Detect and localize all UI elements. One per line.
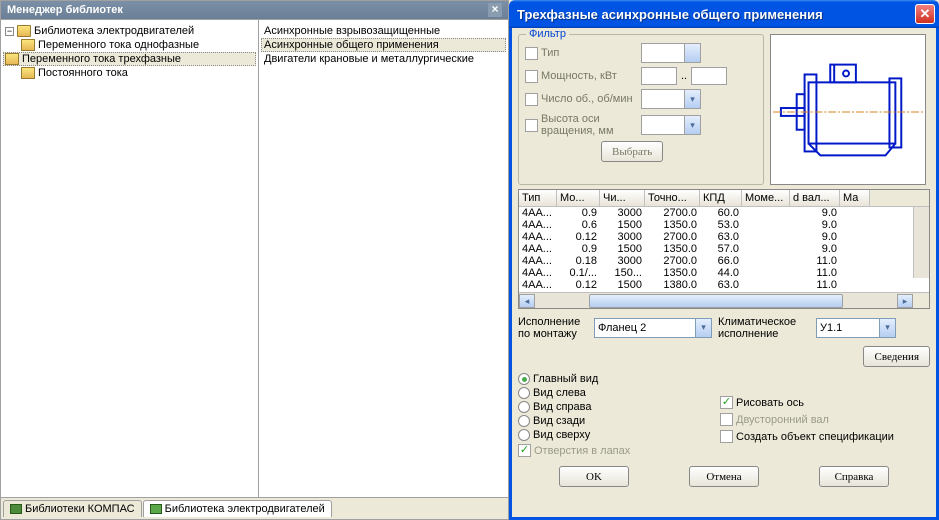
folder-open-icon <box>5 53 19 65</box>
views-radio-group: Главный вид Вид слева Вид справа Вид сза… <box>518 373 708 458</box>
draw-axis-check[interactable]: Рисовать ось <box>720 396 894 409</box>
holes-check: Отверстия в лапах <box>518 444 708 457</box>
view-top-radio[interactable]: Вид сверху <box>518 429 708 441</box>
collapse-icon[interactable]: − <box>5 27 14 36</box>
horizontal-scrollbar[interactable]: ◂ ▸ <box>519 292 929 308</box>
chevron-down-icon <box>684 44 700 62</box>
motor-icon <box>150 504 162 514</box>
tab-motor-lib[interactable]: Библиотека электродвигателей <box>143 500 332 517</box>
col-type[interactable]: Тип <box>519 190 557 206</box>
view-right-radio[interactable]: Вид справа <box>518 401 708 413</box>
table-row[interactable]: 4АА...0.930002700.060.09.0 <box>519 207 929 219</box>
chevron-down-icon: ▾ <box>684 116 700 134</box>
col-mass[interactable]: Ма <box>840 190 870 206</box>
list-item[interactable]: Двигатели крановые и металлургические <box>261 52 506 66</box>
col-moment[interactable]: Моме... <box>742 190 790 206</box>
help-button[interactable]: Справка <box>819 466 889 487</box>
dialog-titlebar: Трехфазные асинхронные общего применения… <box>509 0 939 28</box>
power-min-input[interactable] <box>641 67 677 85</box>
scroll-right-icon[interactable]: ▸ <box>897 294 913 308</box>
table-row[interactable]: 4АА...0.1830002700.066.011.0 <box>519 255 929 267</box>
books-icon <box>10 504 22 514</box>
create-spec-check[interactable]: Создать объект спецификации <box>720 430 894 443</box>
tab-kompas-libs[interactable]: Библиотеки КОМПАС <box>3 500 142 517</box>
filter-power-check[interactable]: Мощность, кВт <box>525 70 637 83</box>
col-kpd[interactable]: КПД <box>700 190 742 206</box>
motor-preview <box>770 34 926 185</box>
view-main-radio[interactable]: Главный вид <box>518 373 708 385</box>
tree-item-selected[interactable]: Переменного тока трехфазные <box>3 52 256 66</box>
mounting-combo[interactable]: Фланец 2 ▾ <box>594 318 712 338</box>
ok-button[interactable]: OK <box>559 466 629 487</box>
col-exact[interactable]: Точно... <box>645 190 700 206</box>
scrollbar-thumb[interactable] <box>589 294 842 308</box>
filter-legend: Фильтр <box>526 28 569 40</box>
mounting-label: Исполнение по монтажу <box>518 316 588 340</box>
two-sided-check: Двусторонний вал <box>720 413 894 426</box>
grid-body[interactable]: 4АА...0.930002700.060.09.04АА...0.615001… <box>519 207 929 292</box>
library-tree: − Библиотека электродвигателей Переменно… <box>1 20 259 497</box>
library-manager-window: Менеджер библиотек × − Библиотека электр… <box>0 0 509 520</box>
table-row[interactable]: 4АА...0.1230002700.063.09.0 <box>519 231 929 243</box>
close-icon[interactable]: ✕ <box>915 4 935 24</box>
book-icon <box>17 25 31 37</box>
scroll-left-icon[interactable]: ◂ <box>519 294 535 308</box>
library-manager-titlebar: Менеджер библиотек × <box>1 1 508 19</box>
motor-dialog-window: Трехфазные асинхронные общего применения… <box>509 0 939 520</box>
filter-height-check[interactable]: Высота оси вращения, мм <box>525 113 637 137</box>
motor-grid: Тип Мо... Чи... Точно... КПД Моме... d в… <box>518 189 930 309</box>
tree-item[interactable]: Постоянного тока <box>3 66 256 80</box>
filter-groupbox: Фильтр Тип Мощность, кВт .. Число об., о… <box>518 34 764 185</box>
library-list: Асинхронные взрывозащищенные Асинхронные… <box>259 20 508 497</box>
library-tabs: Библиотеки КОМПАС Библиотека электродвиг… <box>1 497 508 519</box>
folder-icon <box>21 67 35 79</box>
col-power[interactable]: Мо... <box>557 190 600 206</box>
col-rpm[interactable]: Чи... <box>600 190 645 206</box>
filter-type-combo[interactable] <box>641 43 701 63</box>
table-row[interactable]: 4АА...0.1215001380.063.011.0 <box>519 279 929 291</box>
table-row[interactable]: 4АА...0.1/...150...1350.044.011.0 <box>519 267 929 279</box>
view-left-radio[interactable]: Вид слева <box>518 387 708 399</box>
library-manager-title: Менеджер библиотек <box>7 4 123 16</box>
power-max-input[interactable] <box>691 67 727 85</box>
chevron-down-icon: ▾ <box>695 319 711 337</box>
tree-item[interactable]: Переменного тока однофазные <box>3 38 256 52</box>
chevron-down-icon: ▾ <box>684 90 700 108</box>
view-back-radio[interactable]: Вид сзади <box>518 415 708 427</box>
list-item-selected[interactable]: Асинхронные общего применения <box>261 38 506 52</box>
height-combo[interactable]: ▾ <box>641 115 701 135</box>
table-row[interactable]: 4АА...0.915001350.057.09.0 <box>519 243 929 255</box>
dialog-title: Трехфазные асинхронные общего применения <box>517 7 915 22</box>
grid-header: Тип Мо... Чи... Точно... КПД Моме... d в… <box>519 190 929 207</box>
chevron-down-icon: ▾ <box>879 319 895 337</box>
tree-root[interactable]: − Библиотека электродвигателей <box>3 24 256 38</box>
vertical-scrollbar[interactable] <box>913 207 929 278</box>
info-button[interactable]: Сведения <box>863 346 930 367</box>
list-item[interactable]: Асинхронные взрывозащищенные <box>261 24 506 38</box>
table-row[interactable]: 4АА...0.615001350.053.09.0 <box>519 219 929 231</box>
folder-icon <box>21 39 35 51</box>
select-button[interactable]: Выбрать <box>601 141 663 162</box>
cancel-button[interactable]: Отмена <box>689 466 759 487</box>
rpm-combo[interactable]: ▾ <box>641 89 701 109</box>
climate-label: Климатическое исполнение <box>718 316 810 340</box>
climate-combo[interactable]: У1.1 ▾ <box>816 318 896 338</box>
col-dshaft[interactable]: d вал... <box>790 190 840 206</box>
filter-rpm-check[interactable]: Число об., об/мин <box>525 93 637 106</box>
options-group: Рисовать ось Двусторонний вал Создать об… <box>720 373 894 458</box>
close-icon[interactable]: × <box>488 3 502 17</box>
filter-type-check[interactable]: Тип <box>525 47 637 60</box>
